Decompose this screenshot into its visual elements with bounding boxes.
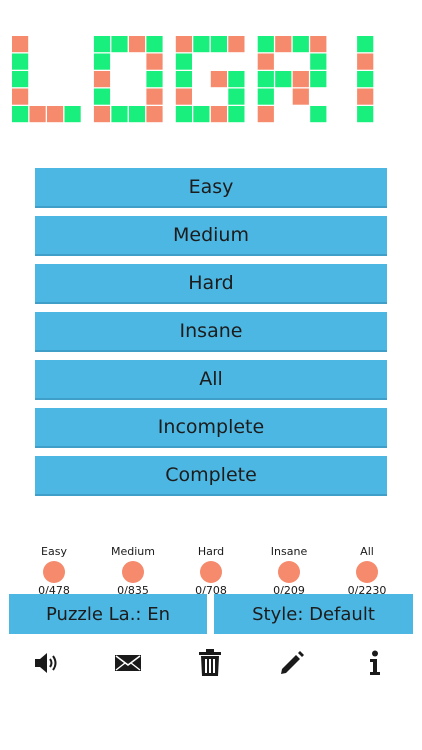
logo-tile [47,106,64,123]
logo-tile [12,36,29,53]
logo-tile [257,53,274,70]
mail-icon[interactable] [112,648,144,678]
stat-label: Hard [197,545,225,558]
logo-tile [12,88,29,105]
easy-button[interactable]: Easy [35,168,387,208]
stat-insane: Insane 0/209 [254,545,324,597]
logo-tile [12,71,29,88]
logo-tile [175,36,192,53]
logo-tile [128,36,146,53]
stat-all: All 0/2230 [332,545,402,597]
logo [12,36,416,124]
logo-tile [357,106,374,123]
hard-button[interactable]: Hard [35,264,387,304]
logo-tile [310,106,327,123]
logo-tile [93,88,111,105]
insane-button[interactable]: Insane [35,312,387,352]
logo-tile [64,106,81,123]
pencil-icon[interactable] [276,648,308,678]
progress-dot [43,561,65,583]
logo-tile [275,71,292,88]
info-icon[interactable] [359,648,391,678]
progress-dot [278,561,300,583]
logo-tile [175,88,192,105]
logo-tile [193,106,210,123]
speaker-icon[interactable] [31,648,63,678]
logo-tile [257,36,274,53]
logo-tile [12,53,29,70]
logo-tile [146,53,163,70]
logo-tile [357,36,374,53]
logo-tile [275,36,292,53]
logo-tile [93,36,111,53]
logo-tile [175,53,192,70]
logo-tile [175,71,192,88]
logo-tile [128,106,146,123]
puzzle-language-button[interactable]: Puzzle La.: En [9,594,207,634]
stat-label: Insane [270,545,308,558]
complete-button[interactable]: Complete [35,456,387,496]
logo-tile [292,36,309,53]
stat-hard: Hard 0/708 [176,545,246,597]
logo-tile [357,88,374,105]
logo-tile [357,53,374,70]
logo-tile [210,106,227,123]
logo-tile [93,106,111,123]
logo-tile [12,106,29,123]
all-button[interactable]: All [35,360,387,400]
logo-tile [228,71,245,88]
logo-tile [257,71,274,88]
logo-tile [111,106,128,123]
logo-tile [257,88,274,105]
medium-button[interactable]: Medium [35,216,387,256]
logo-tile [93,71,111,88]
logo-tile [175,106,192,123]
incomplete-button[interactable]: Incomplete [35,408,387,448]
logo-tile [193,36,210,53]
logo-tile [292,71,309,88]
logo-tile [310,71,327,88]
style-button[interactable]: Style: Default [214,594,413,634]
logo-tile [228,106,245,123]
stat-label: Medium [111,545,155,558]
logo-tile [146,106,163,123]
logo-tile [357,71,374,88]
logo-tile [29,106,46,123]
logo-tile [310,36,327,53]
logo-tile [93,53,111,70]
logo-tile [146,71,163,88]
logo-mosaic [12,36,374,123]
progress-dot [356,561,378,583]
logo-tile [146,36,163,53]
trash-icon[interactable] [194,648,226,678]
logo-tile [210,36,227,53]
logo-tile [257,106,274,123]
stat-label: Easy [41,545,67,558]
logo-tile [210,71,227,88]
logo-tile [310,53,327,70]
logo-tile [228,88,245,105]
logo-tile [292,88,309,105]
stat-easy: Easy 0/478 [19,545,89,597]
logo-tile [111,36,128,53]
progress-dot [200,561,222,583]
progress-dot [122,561,144,583]
stat-medium: Medium 0/835 [98,545,168,597]
stat-label: All [360,545,374,558]
logo-tile [228,36,245,53]
logo-tile [146,88,163,105]
